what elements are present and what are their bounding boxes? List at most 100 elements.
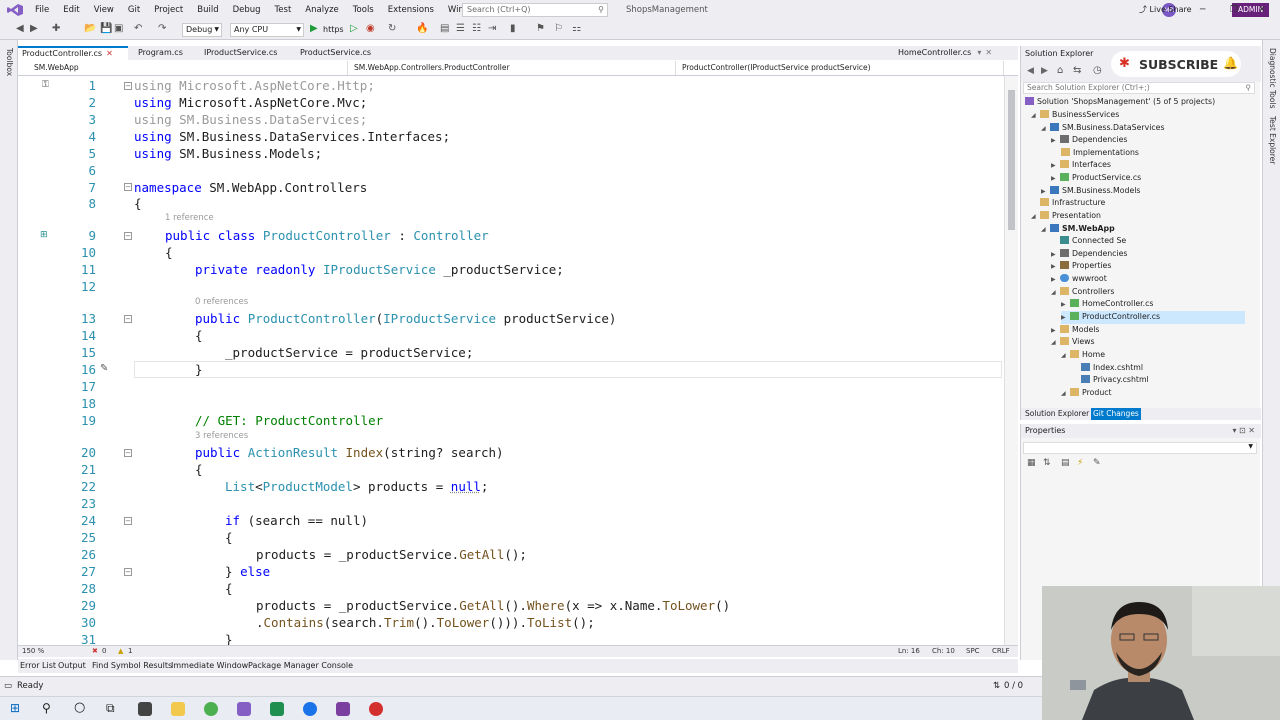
expand-arrow-icon[interactable]: ◢ [1051,287,1060,299]
bookmark-prev-icon[interactable]: ⚑ [536,23,545,34]
scroll-thumb[interactable] [1008,90,1015,230]
fold-toggle[interactable]: − [124,82,132,90]
tree-folder[interactable]: ◢ Presentation [1031,210,1101,223]
tab-find-symbol-results[interactable]: Find Symbol Results [92,659,172,673]
redo-icon[interactable]: ↷ [158,23,166,34]
expand-arrow-icon[interactable]: ◢ [1051,337,1060,349]
solution-search-input[interactable]: Search Solution Explorer (Ctrl+;) ⚲ [1023,82,1255,94]
cortana-icon[interactable]: ○ [74,700,85,715]
tree-folder[interactable]: Infrastructure [1040,197,1105,209]
tree-file[interactable]: ▶ ProductService.cs [1051,172,1141,185]
start-without-debug-icon[interactable]: ▷ [350,23,358,34]
error-icon[interactable]: ✖ [92,647,98,655]
comment-icon[interactable]: ☰ [456,23,465,34]
close-icon[interactable]: ✕ [985,48,992,57]
collapse-arrow-icon[interactable]: ▶ [1051,274,1060,286]
line-ending-indicator[interactable]: CRLF [992,647,1010,655]
alphabetical-icon[interactable]: ⇅ [1043,458,1051,468]
expand-arrow-icon[interactable]: ◢ [1061,388,1070,400]
back-icon[interactable]: ◀ [16,23,24,34]
play-icon[interactable]: ▶ [310,23,318,34]
save-icon[interactable]: 💾 [100,23,112,34]
class-select[interactable]: SM.WebApp.Controllers.ProductController [350,61,676,75]
live-share-button[interactable]: ⤴ Live Share [1139,0,1192,20]
fold-toggle[interactable]: − [124,517,132,525]
collapse-arrow-icon[interactable]: ▶ [1051,135,1060,147]
tab-solution-explorer[interactable]: Solution Explorer [1025,408,1089,420]
toolbox-tab[interactable]: Toolbox [5,48,14,76]
tree-item[interactable]: Connected Se [1051,235,1126,247]
menu-view[interactable]: View [87,0,121,20]
whitespace-indicator[interactable]: SPC [966,647,980,655]
tab-package-manager-console[interactable]: Package Manager Console [248,659,353,673]
visual-studio-app-icon[interactable] [237,702,251,716]
properties-object-select[interactable]: ▼ [1023,442,1257,454]
codelens-references[interactable]: 0 references [195,297,248,307]
chrome-icon[interactable] [204,702,218,716]
tree-folder[interactable]: ◢ Views [1051,336,1095,349]
expand-arrow-icon[interactable]: ◢ [1031,110,1040,122]
terminal-app-icon[interactable] [138,702,152,716]
expand-arrow-icon[interactable]: ◢ [1031,211,1040,223]
events-icon[interactable]: ⚡ [1077,458,1083,468]
vs-app-icon-2[interactable] [336,702,350,716]
search-input[interactable]: Search (Ctrl+Q) ⚲ [462,3,608,17]
collapse-arrow-icon[interactable]: ▶ [1051,160,1060,172]
codelens-references[interactable]: 1 reference [165,213,214,223]
wrench-icon[interactable]: ✎ [1093,458,1101,468]
test-explorer-tab[interactable]: Test Explorer [1268,116,1277,164]
tree-file[interactable]: ▶ HomeController.cs [1061,298,1154,311]
layout-icon[interactable]: ▤ [440,23,449,34]
forward-icon[interactable]: ▶ [30,23,38,34]
uncomment-icon[interactable]: ☷ [472,23,481,34]
line-indicator[interactable]: Ln: 16 [898,647,920,655]
forward-icon[interactable]: ▶ [1041,66,1048,76]
fold-toggle[interactable]: − [124,183,132,191]
pin-icon[interactable]: ▾ ⊡ ✕ [1232,424,1255,438]
editor-scrollbar[interactable] [1004,76,1018,646]
code-editor[interactable]: 1 2 3 4 5 6 7 8 9 10 11 12 13 14 15 16 1… [18,76,1004,646]
windows-start-icon[interactable]: ⊞ [10,701,20,715]
fold-toggle[interactable]: − [124,449,132,457]
zoom-select[interactable]: 150 % [22,647,44,655]
config-select[interactable]: Debug ▼ [182,23,222,37]
tree-folder[interactable]: ▶ Interfaces [1051,159,1111,172]
minimize-icon[interactable]: ─ [1200,0,1205,20]
run-target[interactable]: https [323,23,344,37]
diagnostic-tools-tab[interactable]: Diagnostic Tools [1268,48,1277,108]
collapse-arrow-icon[interactable]: ▶ [1061,312,1070,324]
open-icon[interactable]: 📂 [84,23,96,34]
tab-overflow-icon[interactable]: ▾ [977,48,981,57]
tree-item[interactable]: ▶ Properties [1051,260,1111,273]
menu-project[interactable]: Project [147,0,190,20]
tab-product-service[interactable]: ProductService.cs [296,46,392,60]
restore-icon[interactable]: ❐ [1230,0,1238,20]
tab-home-controller[interactable]: HomeController.cs ▾ ✕ [894,46,1018,60]
tab-product-controller[interactable]: ProductController.cs ✕ [18,46,128,60]
tab-iproduct-service[interactable]: IProductService.cs [200,46,296,60]
git-status[interactable]: 0 / 0 [1004,677,1023,695]
platform-select[interactable]: Any CPU ▼ [230,23,304,37]
collapse-arrow-icon[interactable]: ▶ [1061,299,1070,311]
tree-file-selected[interactable]: ▶ ProductController.cs [1061,311,1245,324]
collapse-arrow-icon[interactable]: ▶ [1051,173,1060,185]
bookmark-clear-icon[interactable]: ⚏ [572,23,581,34]
properties-icon[interactable]: ▤ [1061,458,1070,468]
file-explorer-icon[interactable] [171,702,185,716]
warning-icon[interactable]: ▲ [118,647,123,655]
refresh-icon[interactable]: ↻ [388,23,396,34]
menu-file[interactable]: File [28,0,56,20]
menu-git[interactable]: Git [121,0,147,20]
task-view-icon[interactable]: ⧉ [106,701,115,716]
expand-arrow-icon[interactable]: ◢ [1061,350,1070,362]
quick-action-icon[interactable]: ⚿ [42,80,49,90]
git-icon[interactable]: ⇅ [993,677,1000,695]
menu-test[interactable]: Test [268,0,299,20]
tree-solution[interactable]: Solution 'ShopsManagement' (5 of 5 proje… [1025,96,1215,108]
member-select[interactable]: ProductController(IProductService produc… [678,61,1004,75]
menu-extensions[interactable]: Extensions [381,0,441,20]
browser-link-icon[interactable]: ◉ [366,23,375,34]
menu-build[interactable]: Build [190,0,225,20]
tab-output[interactable]: Output [58,659,86,673]
back-icon[interactable]: ◀ [1027,66,1034,76]
